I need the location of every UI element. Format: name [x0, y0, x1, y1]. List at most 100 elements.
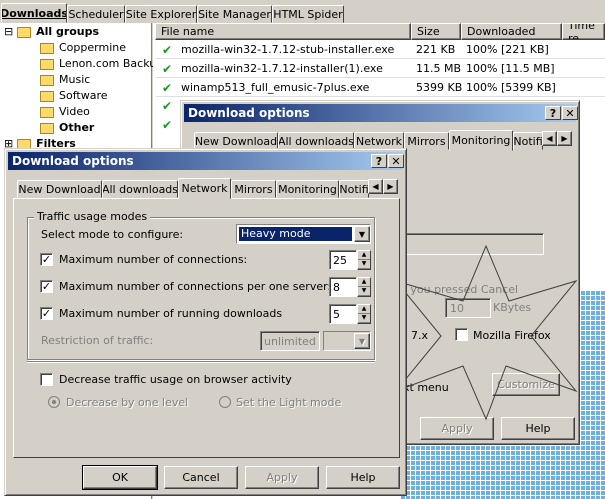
back-dialog-titlebar[interactable]: Download options	[184, 104, 576, 122]
folder-icon	[40, 74, 54, 86]
row-filename: winamp513_full_emusic-7plus.exe	[181, 81, 370, 94]
row-downloaded: 100% [221 KB]	[466, 43, 549, 56]
tab-network[interactable]: Network	[178, 178, 231, 199]
tab-scheduler[interactable]: Scheduler	[67, 5, 125, 23]
max-connections-input[interactable]: 25	[329, 250, 357, 270]
progress-map	[400, 440, 605, 499]
tab-notifications[interactable]: Notifi	[339, 180, 369, 198]
tab-scroll-right[interactable]: ▶	[557, 131, 572, 146]
decrease-checkbox[interactable]	[40, 373, 53, 386]
max-connections-label: Maximum number of connections:	[59, 253, 248, 266]
dialog-title: Download options	[188, 106, 310, 120]
table-row[interactable]: ✔ winamp513_full_emusic-7plus.exe 5399 K…	[156, 78, 605, 97]
separator	[27, 361, 375, 363]
row-size: 221 KB	[416, 43, 456, 56]
tab-monitoring[interactable]: Monitoring	[276, 180, 339, 198]
max-per-server-spinner[interactable]: ▲ ▼	[357, 277, 371, 297]
tab-scroll-right[interactable]: ▶	[383, 179, 398, 194]
tree-item-music[interactable]: Music	[40, 73, 90, 86]
check-icon: ✔	[162, 43, 173, 57]
tab-notifications[interactable]: Notifi	[513, 132, 543, 150]
tree-label: Software	[59, 89, 108, 102]
cancel-button[interactable]: Cancel	[164, 466, 238, 489]
tree-label: Video	[59, 105, 90, 118]
radio1-label: Decrease by one level	[66, 396, 189, 409]
tab-site-explorer[interactable]: Site Explorer	[125, 5, 197, 23]
row-size: 5399 KB	[416, 81, 463, 94]
folder-icon	[40, 58, 54, 70]
check-icon: ✔	[162, 62, 173, 76]
table-row[interactable]: ✔ mozilla-win32-1.7.12-stub-installer.ex…	[156, 40, 605, 59]
check-icon: ✔	[162, 81, 173, 95]
mode-label: Select mode to configure:	[41, 228, 184, 241]
tree-item-video[interactable]: Video	[40, 105, 90, 118]
col-downloaded[interactable]: Downloaded	[461, 23, 562, 40]
max-running-checkbox[interactable]: ✓	[40, 307, 53, 320]
spin-up-icon[interactable]: ▲	[358, 278, 370, 287]
restriction-unit-select[interactable]: ▼	[323, 331, 371, 351]
close-icon[interactable]: ✕	[562, 106, 578, 120]
row-size: 11.5 MB	[416, 62, 462, 75]
decrease-label: Decrease traffic usage on browser activi…	[59, 373, 292, 386]
close-icon[interactable]: ✕	[388, 154, 404, 168]
max-running-label: Maximum number of running downloads	[59, 307, 283, 320]
tab-site-manager[interactable]: Site Manager	[197, 5, 272, 23]
star-graphic	[394, 244, 578, 421]
mode-select[interactable]: Heavy mode ▼	[236, 224, 371, 244]
spin-down-icon[interactable]: ▼	[358, 314, 370, 323]
spin-up-icon[interactable]: ▲	[358, 305, 370, 314]
restriction-input[interactable]: unlimited	[260, 331, 320, 351]
row-downloaded: 100% [5399 KB]	[466, 81, 556, 94]
tree-item-other[interactable]: Other	[40, 121, 94, 134]
col-time[interactable]: Time re...	[562, 23, 605, 40]
row-filename: mozilla-win32-1.7.12-installer(1).exe	[181, 62, 383, 75]
tab-monitoring[interactable]: Monitoring	[449, 130, 513, 151]
col-size[interactable]: Size	[411, 23, 461, 40]
apply-button[interactable]: Apply	[245, 466, 319, 489]
help-icon[interactable]: ?	[545, 106, 561, 120]
spin-down-icon[interactable]: ▼	[358, 287, 370, 296]
tree-label: All groups	[36, 25, 100, 38]
max-connections-checkbox[interactable]: ✓	[40, 253, 53, 266]
traffic-group-label: Traffic usage modes	[34, 210, 151, 223]
spin-down-icon[interactable]: ▼	[358, 260, 370, 269]
max-running-spinner[interactable]: ▲ ▼	[357, 304, 371, 324]
dialog-titlebar[interactable]: Download options	[8, 152, 403, 170]
tab-scroll-left[interactable]: ◀	[542, 131, 557, 146]
tree-label: Coppermine	[59, 41, 126, 54]
file-list-header: File name Size Downloaded Time re...	[155, 23, 605, 40]
check-icon: ✔	[162, 99, 173, 113]
chevron-down-icon[interactable]: ▼	[354, 226, 370, 242]
folder-icon	[40, 42, 54, 54]
tree-label: Music	[59, 73, 91, 86]
restriction-label: Restriction of traffic:	[41, 334, 154, 347]
table-row[interactable]: ✔ mozilla-win32-1.7.12-installer(1).exe …	[156, 59, 605, 78]
radio-light-mode[interactable]	[219, 396, 231, 408]
max-connections-spinner[interactable]: ▲ ▼	[357, 250, 371, 270]
tree-item-software[interactable]: Software	[40, 89, 108, 102]
tab-all-downloads[interactable]: All downloads	[102, 180, 178, 198]
tab-mirrors[interactable]: Mirrors	[404, 132, 449, 150]
col-file-name[interactable]: File name	[155, 23, 411, 40]
help-icon[interactable]: ?	[371, 154, 387, 168]
folder-icon	[40, 106, 54, 118]
download-options-dialog: Download options ? ✕ New Download All do…	[4, 148, 407, 496]
mode-select-value: Heavy mode	[239, 227, 352, 241]
tree-item-coppermine[interactable]: Coppermine	[40, 41, 126, 54]
tree-item-lenon[interactable]: Lenon.com Backup	[40, 57, 163, 70]
tab-scroll-left[interactable]: ◀	[368, 179, 383, 194]
ok-button[interactable]: OK	[82, 465, 158, 490]
tab-downloads[interactable]: Downloads	[1, 3, 67, 23]
radio-decrease-one-level[interactable]	[48, 396, 60, 408]
help-button[interactable]: Help	[326, 466, 400, 489]
max-per-server-checkbox[interactable]: ✓	[40, 280, 53, 293]
tree-all-groups[interactable]: ⊟ All groups	[4, 25, 99, 38]
chevron-down-icon[interactable]: ▼	[354, 333, 370, 349]
radio-dot	[52, 400, 56, 404]
spin-up-icon[interactable]: ▲	[358, 251, 370, 260]
tab-mirrors[interactable]: Mirrors	[231, 180, 276, 198]
tab-html-spider[interactable]: HTML Spider	[272, 5, 344, 23]
max-per-server-input[interactable]: 8	[329, 277, 357, 297]
max-running-input[interactable]: 5	[329, 304, 357, 324]
tab-new-download[interactable]: New Download	[17, 180, 102, 198]
